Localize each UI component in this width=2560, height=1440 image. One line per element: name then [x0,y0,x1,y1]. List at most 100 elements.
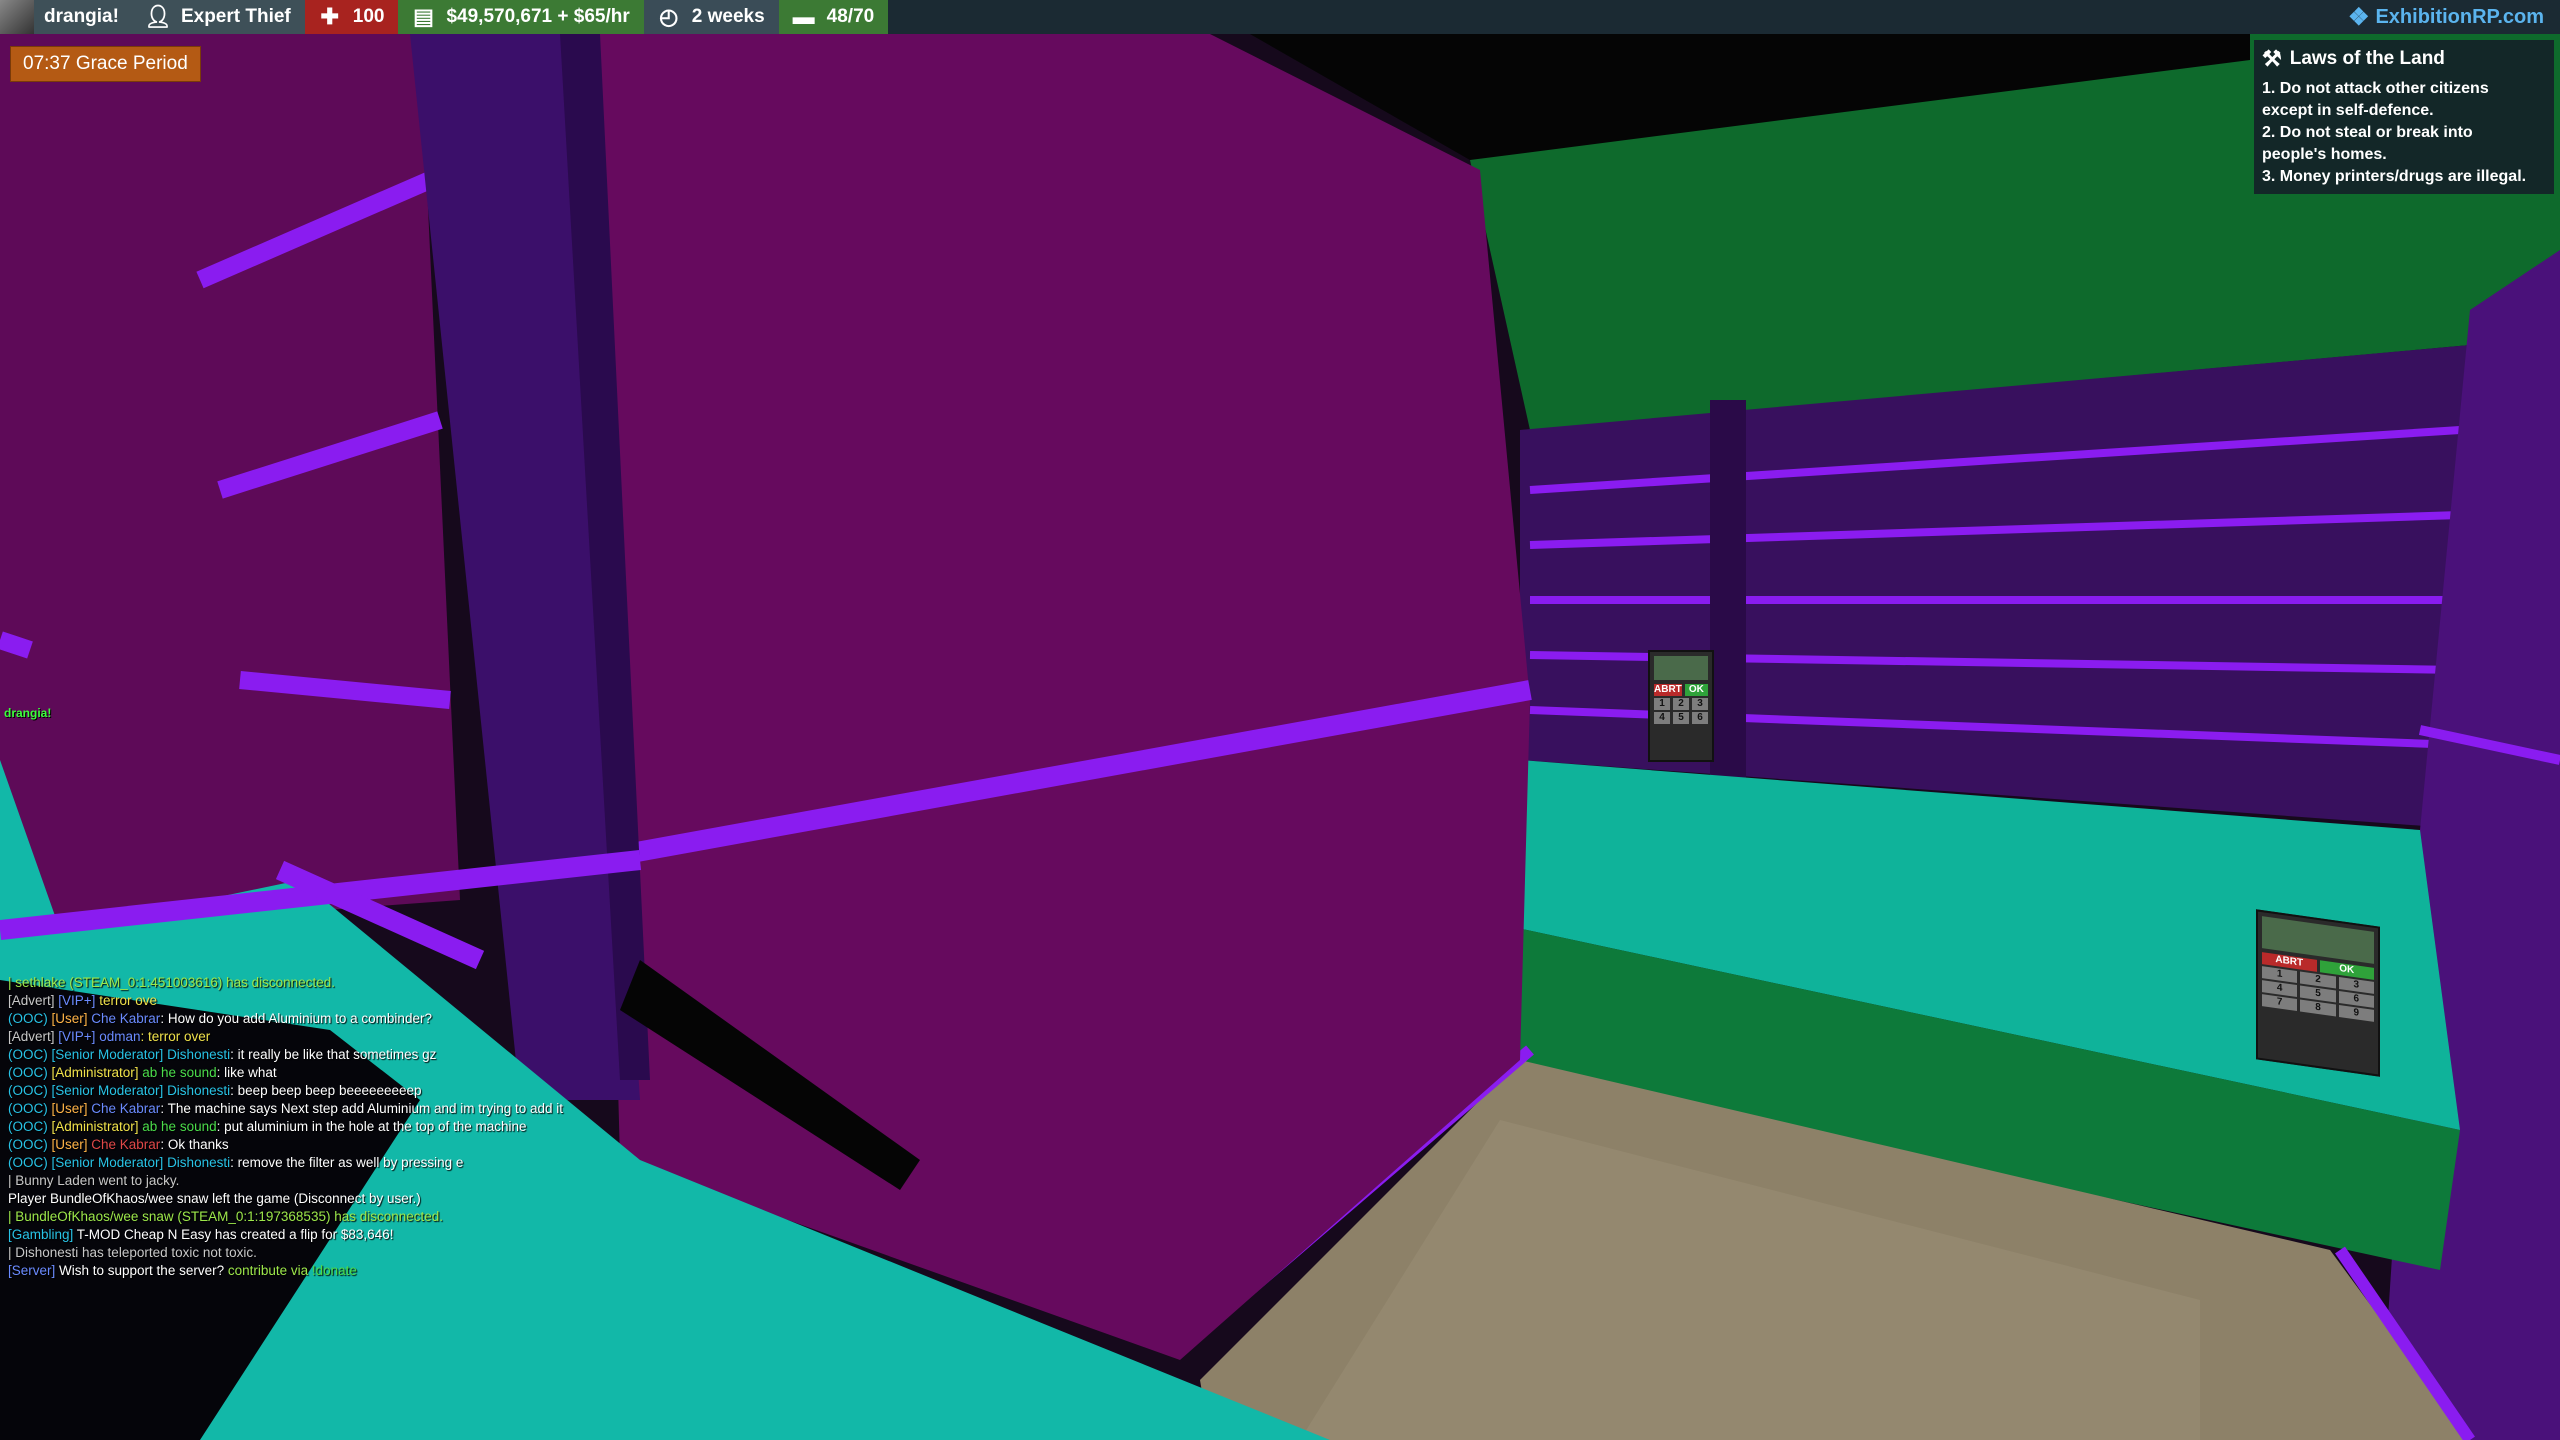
chat-segment: [Senior Moderator] [51,1083,168,1098]
chat-segment: (OOC) [8,1047,52,1062]
chat-segment: (OOC) [8,1155,52,1170]
chat-message: (OOC) [Senior Moderator] Dishonesti: it … [8,1046,708,1064]
keypad-key[interactable]: 3 [1692,697,1708,710]
chat-segment: : it really be like that sometimes gz [230,1047,437,1062]
chat-segment: : How do you add Aluminium to a combinde… [160,1011,432,1026]
chat-message: Player BundleOfKhaos/wee snaw left the g… [8,1190,708,1208]
chat-message: [Advert] [VIP+] odman: terror over [8,1028,708,1046]
chat-segment: odman [99,1029,141,1044]
law-line: 3. Money printers/drugs are illegal. [2262,168,2527,185]
chat-segment: Dishonesti [167,1155,231,1170]
chat-segment: [Senior Moderator] [51,1155,168,1170]
chat-message: (OOC) [Senior Moderator] Dishonesti: rem… [8,1154,708,1172]
chat-segment: [User] [51,1101,92,1116]
job-title: Expert Thief [180,6,291,27]
chat-message: [Advert] [VIP+] terror ove [8,992,708,1010]
avatar [0,0,34,34]
chat-segment: (OOC) [8,1101,52,1116]
keypad-counter[interactable]: ABRT OK 123 456 789 [2256,909,2380,1077]
chat-segment: : like what [216,1065,277,1080]
chat-segment: [VIP+] [58,1029,100,1044]
law-line: except in self-defence. [2262,102,2434,119]
chat-segment: : The machine says Next step add Alumini… [160,1101,564,1116]
chat-segment: Wish to support the server? [59,1263,228,1278]
chat-segment: : put aluminium in the hole at the top o… [216,1119,527,1134]
chat-segment: : beep beep beep beeeeeeeeep [230,1083,422,1098]
chat-message: | Dishonesti has teleported toxic not to… [8,1244,708,1262]
keypad-key[interactable]: 6 [1692,711,1708,724]
chat-segment: Che Kabrar [91,1137,161,1152]
chat-segment: [Advert] [8,1029,59,1044]
chat-segment: (OOC) [8,1083,52,1098]
chat-segment: [Administrator] [51,1119,143,1134]
chat-segment: Dishonesti [167,1083,231,1098]
top-hud-bar: drangia! 👤︎ Expert Thief ✚ 100 ▤ $49,570… [0,0,2560,34]
health-cross-icon: ✚ [320,4,339,29]
hud-slots: ▬ 48/70 [778,0,889,34]
person-icon: 👤︎ [143,4,172,29]
chat-segment: | BundleOfKhaos/wee snaw (STEAM_0:1:1973… [8,1209,444,1224]
chat-message: (OOC) [User] Che Kabrar: Ok thanks [8,1136,708,1154]
chat-message: [Server] Wish to support the server? con… [8,1262,708,1280]
back-shelf-post [1710,400,1746,780]
chat-segment: [User] [51,1011,92,1026]
chat-segment: [Senior Moderator] [51,1047,168,1062]
law-line: 1. Do not attack other citizens [2262,80,2489,97]
chat-segment: : Ok thanks [160,1137,229,1152]
chat-segment: | Dishonesti has teleported toxic not to… [8,1245,257,1260]
hud-job: 👤︎ Expert Thief [132,0,305,34]
playtime-value: 2 weeks [691,6,765,27]
keypad-key[interactable]: 4 [1654,711,1670,724]
keypad-key[interactable]: 8 [2300,999,2336,1017]
keypad-key[interactable]: 1 [1654,697,1670,710]
chat-segment: [User] [51,1137,92,1152]
keypad-back-wall[interactable]: ABRT OK 123 456 [1648,650,1714,762]
chat-segment: | sethlake (STEAM_0:1:451003616) has dis… [8,975,335,990]
law-line: people's homes. [2262,146,2387,163]
keypad-key[interactable]: 5 [1673,711,1689,724]
chat-message: | sethlake (STEAM_0:1:451003616) has dis… [8,974,708,992]
keypad-key[interactable]: 7 [2262,994,2298,1012]
money-value: $49,570,671 + $65/hr [446,6,630,27]
wallet-icon: ▤ [413,4,434,29]
keypad-abort-key[interactable]: ABRT [1654,683,1682,696]
chat-segment: Che Kabrar [91,1011,161,1026]
chat-segment: Che Kabrar [91,1101,161,1116]
gavel-icon: ⚒ [2262,46,2282,71]
chat-message: | BundleOfKhaos/wee snaw (STEAM_0:1:1973… [8,1208,708,1226]
chat-segment: [VIP+] [58,993,100,1008]
server-brand: ❖ ExhibitionRP.com [2348,0,2544,34]
chat-message: (OOC) [Administrator] ab he sound: put a… [8,1118,708,1136]
health-value: 100 [352,6,385,27]
chat-segment: (OOC) [8,1065,52,1080]
chat-message: (OOC) [User] Che Kabrar: How do you add … [8,1010,708,1028]
chat-segment: !donate [311,1263,357,1278]
chat-message: (OOC) [Administrator] ab he sound: like … [8,1064,708,1082]
player-name-tag: drangia! [4,706,52,720]
keypad-ok-key[interactable]: OK [1684,683,1708,696]
chat-segment: | Bunny Laden went to jacky. [8,1173,180,1188]
hud-money: ▤ $49,570,671 + $65/hr [398,0,644,34]
chat-segment: (OOC) [8,1137,52,1152]
chat-segment: [Advert] [8,993,59,1008]
hud-health: ✚ 100 [304,0,399,34]
clock-icon: ◴ [659,4,679,29]
chat-segment: ab he sound [142,1065,217,1080]
chat-segment: contribute via [227,1263,312,1278]
laws-panel: ⚒ Laws of the Land 1. Do not attack othe… [2254,40,2554,194]
chat-segment: (OOC) [8,1119,52,1134]
chat-box: | sethlake (STEAM_0:1:451003616) has dis… [8,974,708,1280]
slots-value: 48/70 [826,6,875,27]
keypad-key[interactable]: 9 [2338,1005,2374,1022]
chat-message: | Bunny Laden went to jacky. [8,1172,708,1190]
brand-text: ExhibitionRP.com [2375,5,2544,28]
hud-player: drangia! [0,0,133,34]
chat-segment: (OOC) [8,1011,52,1026]
grace-period-timer: 07:37 Grace Period [10,46,201,82]
keypad-key[interactable]: 2 [1673,697,1689,710]
chat-segment: [Server] [8,1263,60,1278]
shield-logo-icon: ❖ [2347,3,2370,31]
chat-message: [Gambling] T-MOD Cheap N Easy has create… [8,1226,708,1244]
bed-icon: ▬ [792,4,815,29]
chat-segment: Player BundleOfKhaos/wee snaw left the g… [8,1191,421,1206]
